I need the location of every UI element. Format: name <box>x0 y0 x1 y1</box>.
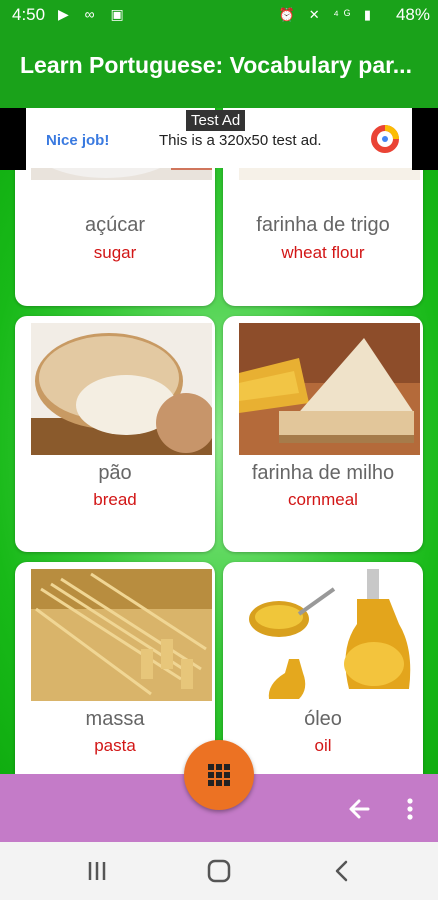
card-english-word: wheat flour <box>281 243 365 262</box>
ad-margin-right <box>412 108 438 170</box>
pasta-image <box>31 569 212 701</box>
card-english-word: oil <box>314 736 332 755</box>
status-time: 4:50 <box>12 5 46 24</box>
app-title: Learn Portuguese: Vocabulary par... <box>20 52 412 78</box>
status-notification-icons: ▶ ∞ ▣ <box>58 6 130 22</box>
grid-icon <box>208 764 230 786</box>
card-portuguese-word: pão <box>98 462 132 484</box>
card-portuguese-word: farinha de trigo <box>256 214 390 236</box>
ad-label: Test Ad <box>186 110 246 131</box>
card-portuguese-word: açúcar <box>84 214 146 236</box>
oil-image <box>239 569 420 701</box>
back-arrow-icon[interactable] <box>346 795 374 823</box>
card-english-word: pasta <box>94 736 136 755</box>
card-english-word: cornmeal <box>288 490 358 509</box>
bread-image <box>31 323 212 455</box>
back-nav-icon[interactable] <box>328 858 358 884</box>
ad-banner[interactable]: Test Ad Nice job! This is a 320x50 test … <box>26 110 412 168</box>
vocab-card[interactable]: pão bread <box>15 316 215 552</box>
recent-apps-icon[interactable] <box>82 858 112 884</box>
home-icon[interactable] <box>204 858 234 884</box>
vocab-card[interactable]: massa pasta <box>15 562 215 774</box>
ad-margin-left <box>0 108 26 170</box>
card-portuguese-word: óleo <box>304 708 342 730</box>
vocabulary-grid[interactable]: açúcar sugar farinha de trigo wheat flou… <box>0 108 438 774</box>
ad-text: This is a 320x50 test ad. <box>159 132 322 149</box>
ad-cta[interactable]: Nice job! <box>46 132 109 149</box>
vocab-card[interactable]: farinha de milho cornmeal <box>223 316 423 552</box>
card-portuguese-word: farinha de milho <box>251 462 395 484</box>
card-portuguese-word: massa <box>85 708 145 730</box>
ad-logo-icon <box>371 125 399 153</box>
status-system-icons: ⏰ ✕ ⁴ᴳ ▮ <box>278 7 376 22</box>
more-vert-icon[interactable] <box>400 795 420 823</box>
card-english-word: sugar <box>93 243 137 262</box>
app-bar: Learn Portuguese: Vocabulary par... <box>0 30 438 108</box>
card-english-word: bread <box>93 490 137 509</box>
grid-menu-button[interactable] <box>184 740 254 810</box>
battery-percent: 48% <box>395 5 430 24</box>
system-nav-bar <box>0 842 438 900</box>
vocab-card[interactable]: óleo oil <box>223 562 423 774</box>
status-bar: 4:50 ▶ ∞ ▣ ⏰ ✕ ⁴ᴳ ▮ 48% <box>0 0 438 30</box>
cornmeal-image <box>239 323 420 455</box>
